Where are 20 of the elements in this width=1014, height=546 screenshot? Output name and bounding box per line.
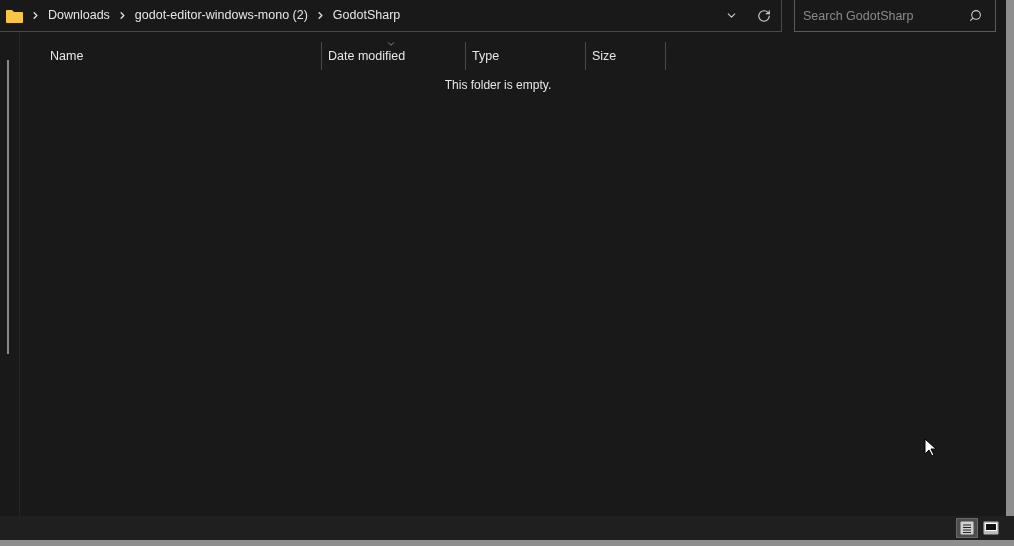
chevron-right-icon [30, 10, 41, 21]
breadcrumb[interactable]: Downloads [48, 6, 110, 25]
folder-icon [6, 8, 23, 23]
column-header[interactable]: Size [586, 42, 666, 70]
mouse-cursor-icon [924, 438, 936, 457]
empty-folder-message: This folder is empty. [444, 77, 552, 94]
details-view-icon [960, 521, 974, 535]
column-header[interactable]: Name [50, 42, 322, 70]
address-bar[interactable]: Downloads godot-editor-windows-mono (2) GodotSharp [0, 0, 782, 32]
large-icons-view-icon [983, 521, 999, 535]
breadcrumb[interactable]: godot-editor-windows-mono (2) [134, 6, 308, 25]
breadcrumb[interactable]: GodotSharp [332, 6, 401, 25]
scrollbar[interactable] [6, 60, 9, 354]
sort-indicator-icon [386, 39, 396, 49]
view-button[interactable] [956, 518, 978, 538]
column-header[interactable]: Date modified [322, 42, 466, 70]
search-icon [969, 9, 982, 22]
search-field[interactable]: Search GodotSharp [794, 0, 996, 32]
column-header[interactable]: Type [466, 42, 586, 70]
refresh-icon[interactable] [757, 8, 771, 23]
